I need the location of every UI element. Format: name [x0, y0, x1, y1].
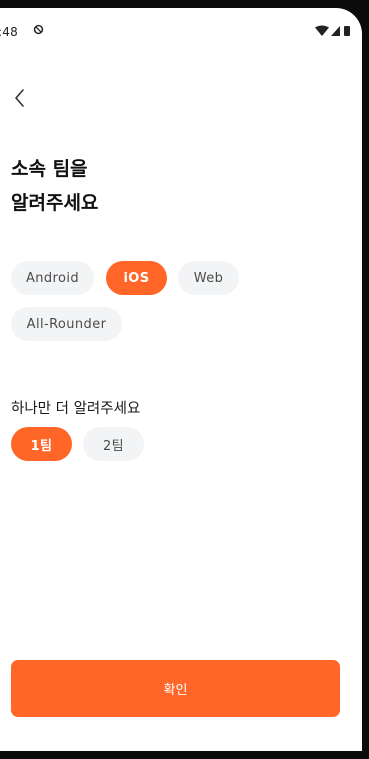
- chip-android[interactable]: Android: [11, 261, 94, 295]
- page-title: 소속 팀을 알려주세요: [11, 152, 98, 220]
- signal-icon: [331, 26, 340, 36]
- back-button[interactable]: [6, 84, 34, 112]
- chip-team-2[interactable]: 2팀: [83, 427, 144, 461]
- status-bar: :48: [0, 8, 362, 52]
- device-frame: :48 소속 팀을 알려주세요 Android iOS Web All: [0, 0, 369, 759]
- confirm-button[interactable]: 확인: [11, 660, 340, 717]
- battery-icon: [344, 26, 350, 36]
- sync-icon: [33, 24, 44, 35]
- sub-section-label: 하나만 더 알려주세요: [11, 401, 141, 417]
- page-title-line-2: 알려주세요: [11, 192, 99, 214]
- chip-ios[interactable]: iOS: [106, 261, 167, 295]
- page-title-line-1: 소속 팀을: [11, 158, 88, 180]
- status-time: :48: [0, 25, 18, 39]
- chip-web[interactable]: Web: [178, 261, 239, 295]
- app-screen: :48 소속 팀을 알려주세요 Android iOS Web All: [0, 8, 362, 751]
- wifi-icon: [315, 25, 329, 36]
- chevron-left-icon: [15, 89, 24, 107]
- chip-team-1[interactable]: 1팀: [11, 427, 72, 461]
- chip-all-rounder[interactable]: All-Rounder: [11, 307, 122, 341]
- status-icons: [315, 25, 350, 36]
